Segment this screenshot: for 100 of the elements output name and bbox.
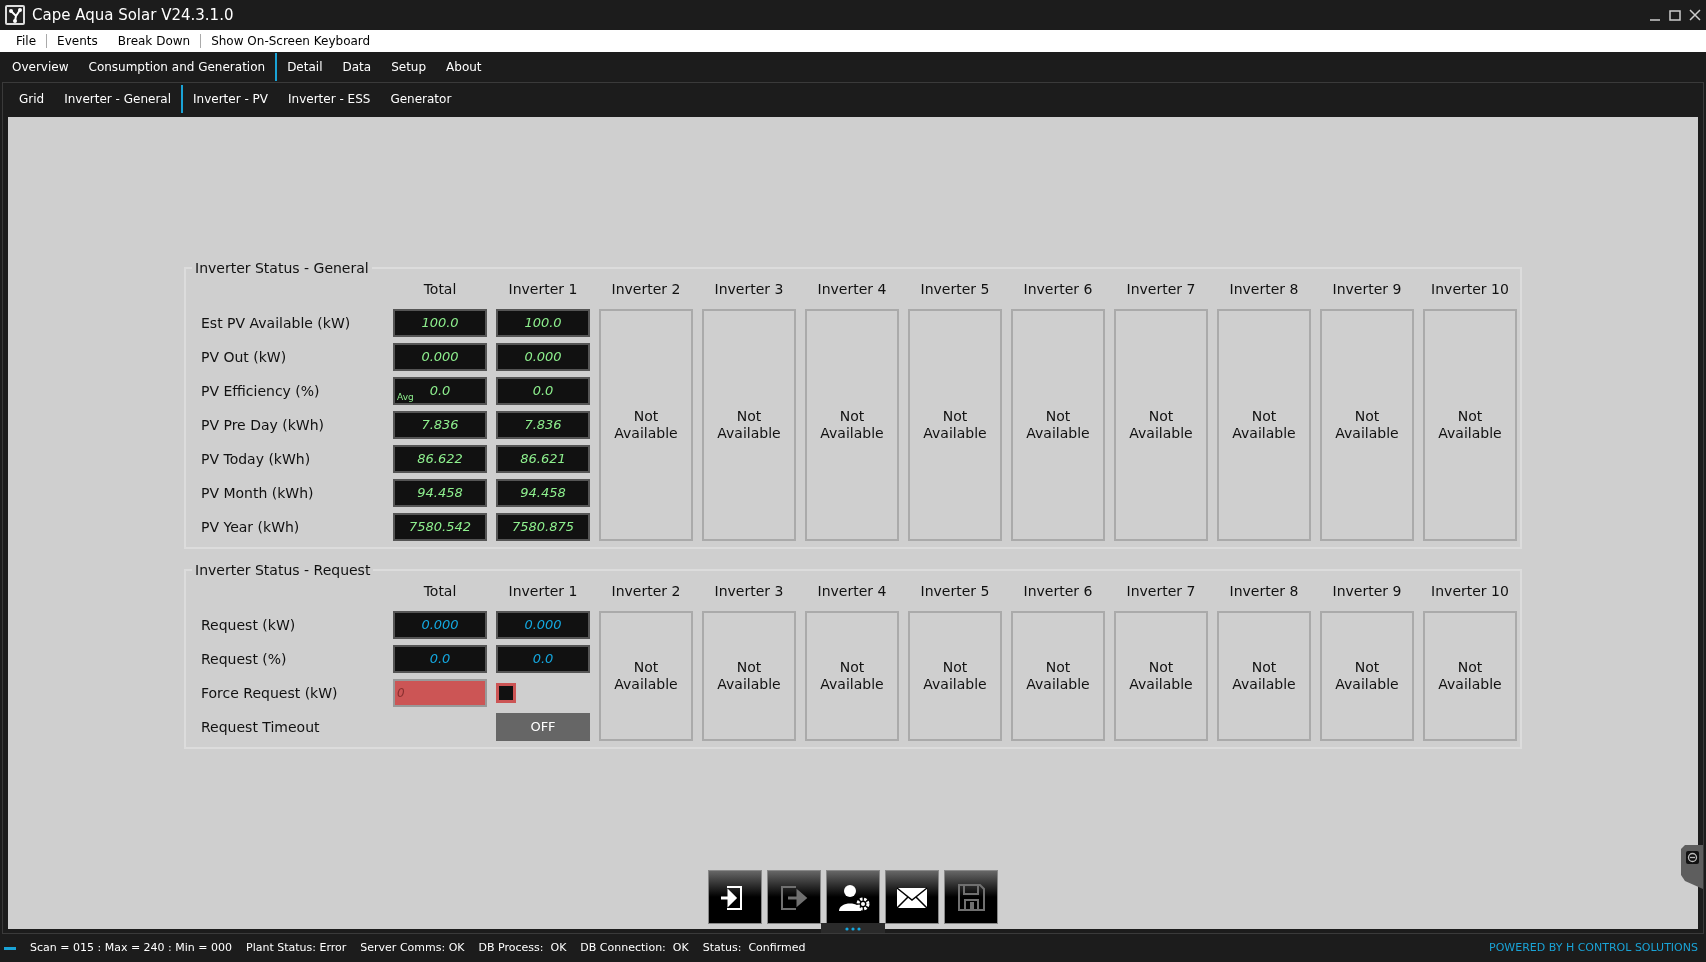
unavailable-panel: Not Available: [908, 309, 1002, 541]
force-checkbox[interactable]: [496, 683, 516, 703]
readout-value: 0.000: [524, 616, 562, 635]
main-tab[interactable]: Overview: [2, 53, 79, 81]
close-icon[interactable]: [1688, 8, 1702, 22]
status-text: DB Process: OK: [478, 939, 567, 956]
maximize-icon[interactable]: [1668, 8, 1682, 22]
column-header: Total: [422, 581, 458, 601]
readout-value: 0.0: [429, 650, 451, 669]
main-tab[interactable]: Consumption and Generation: [78, 53, 278, 81]
readout-value: 86.622: [417, 450, 463, 469]
unavailable-panel: Not Available: [1320, 611, 1414, 741]
timeout-toggle[interactable]: OFF: [496, 713, 590, 741]
sub-tab[interactable]: Generator: [380, 85, 462, 113]
unavailable-panel: Not Available: [702, 309, 796, 541]
readout-value: 0.0: [532, 382, 554, 401]
user-settings-button[interactable]: [826, 870, 880, 924]
window-title: Cape Aqua Solar V24.3.1.0: [32, 4, 234, 26]
menu-item[interactable]: Break Down: [107, 32, 201, 50]
menu-item[interactable]: Events: [47, 32, 108, 50]
row-label: Request (kW): [200, 615, 297, 635]
column-header: Inverter 1: [507, 581, 579, 601]
unavailable-panel: Not Available: [1217, 309, 1311, 541]
main-tab[interactable]: Detail: [277, 53, 333, 81]
unavailable-panel: Not Available: [805, 611, 899, 741]
mail-button[interactable]: [885, 870, 939, 924]
unavailable-panel: Not Available: [805, 309, 899, 541]
side-panel-tab[interactable]: [1681, 845, 1703, 889]
column-header: Inverter 8: [1228, 581, 1300, 601]
average-tag: Avg: [397, 390, 414, 404]
column-header: Inverter 6: [1022, 581, 1094, 601]
unavailable-panel: Not Available: [1320, 309, 1414, 541]
menu-item[interactable]: Show On-Screen Keyboard: [201, 32, 381, 50]
row-label: PV Pre Day (kWh): [200, 415, 326, 435]
row-label: PV Out (kW): [200, 347, 288, 367]
column-header: Inverter 10: [1430, 581, 1510, 601]
column-header: Inverter 2: [610, 279, 682, 299]
column-header: Inverter 3: [713, 279, 785, 299]
unavailable-panel: Not Available: [1011, 611, 1105, 741]
row-label: Force Request (kW): [200, 683, 339, 703]
unavailable-panel: Not Available: [702, 611, 796, 741]
login-button[interactable]: [708, 870, 762, 924]
app-icon: [4, 4, 26, 26]
unavailable-panel: Not Available: [599, 611, 693, 741]
column-header: Inverter 9: [1331, 581, 1403, 601]
main-tab[interactable]: Setup: [381, 53, 437, 81]
row-label: PV Month (kWh): [200, 483, 315, 503]
sub-tab[interactable]: Inverter - PV: [183, 85, 279, 113]
row-label: Request (%): [200, 649, 288, 669]
unavailable-panel: Not Available: [599, 309, 693, 541]
unavailable-panel: Not Available: [1114, 309, 1208, 541]
readout-value: 0.000: [421, 616, 459, 635]
column-header: Inverter 4: [816, 279, 888, 299]
readout-value: 7.836: [524, 416, 562, 435]
column-header: Inverter 7: [1125, 279, 1197, 299]
unavailable-panel: Not Available: [908, 611, 1002, 741]
readout-value: 94.458: [417, 484, 463, 503]
sub-tab[interactable]: Grid: [9, 85, 55, 113]
unavailable-panel: Not Available: [1423, 611, 1517, 741]
readout-value: 0.0: [429, 382, 451, 401]
sub-tab[interactable]: Inverter - ESS: [278, 85, 381, 113]
readout-value: 100.0: [421, 314, 459, 333]
main-tab[interactable]: About: [436, 53, 492, 81]
readout-value: 0.000: [524, 348, 562, 367]
column-header: Inverter 5: [919, 581, 991, 601]
status-text: Status: Confirmed: [702, 939, 806, 956]
readout-value: 94.458: [520, 484, 566, 503]
column-header: Inverter 9: [1331, 279, 1403, 299]
status-text: Scan = 015 : Max = 240 : Min = 000: [30, 939, 233, 956]
unavailable-panel: Not Available: [1114, 611, 1208, 741]
main-tab[interactable]: Data: [332, 53, 382, 81]
readout-value: 7580.875: [512, 518, 574, 537]
status-text: Server Comms: OK: [360, 939, 465, 956]
grip-handle[interactable]: [821, 923, 885, 933]
sub-tab[interactable]: Inverter - General: [54, 85, 184, 113]
unavailable-panel: Not Available: [1217, 611, 1311, 741]
column-header: Total: [422, 279, 458, 299]
column-header: Inverter 4: [816, 581, 888, 601]
column-header: Inverter 10: [1430, 279, 1510, 299]
menu-item[interactable]: File: [6, 32, 47, 50]
row-label: PV Efficiency (%): [200, 381, 321, 401]
row-label: PV Today (kWh): [200, 449, 312, 469]
row-label: Est PV Available (kW): [200, 313, 352, 333]
column-header: Inverter 8: [1228, 279, 1300, 299]
readout-value: 86.621: [520, 450, 566, 469]
readout-value: 7.836: [421, 416, 459, 435]
column-header: Inverter 6: [1022, 279, 1094, 299]
column-header: Inverter 1: [507, 279, 579, 299]
column-header: Inverter 3: [713, 581, 785, 601]
status-text: DB Connection: OK: [580, 939, 689, 956]
column-header: Inverter 7: [1125, 581, 1197, 601]
column-header: Inverter 5: [919, 279, 991, 299]
readout-value: 7580.542: [409, 518, 471, 537]
readout-value: 0.000: [421, 348, 459, 367]
unavailable-panel: Not Available: [1011, 309, 1105, 541]
readout-value: 100.0: [524, 314, 562, 333]
column-header: Inverter 2: [610, 581, 682, 601]
status-text: Plant Status: Error: [246, 939, 347, 956]
row-label: PV Year (kWh): [200, 517, 301, 537]
credit-text: POWERED BY H CONTROL SOLUTIONS: [1489, 939, 1699, 956]
